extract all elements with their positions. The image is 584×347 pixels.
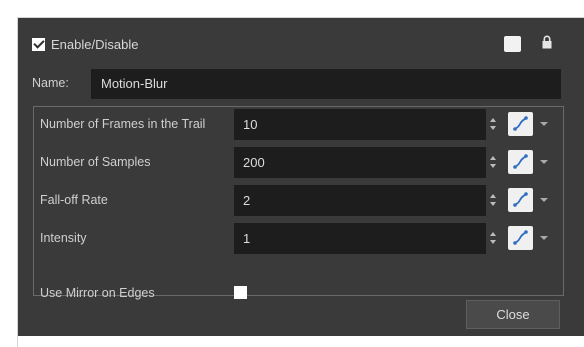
intensity-field[interactable]: 1 [234, 223, 486, 254]
chevron-down-icon[interactable] [540, 236, 548, 240]
parameters-group: Number of Frames in the Trail 10 Number … [33, 106, 564, 300]
param-label-falloff-rate: Fall-off Rate [40, 193, 108, 207]
mirror-edges-checkbox[interactable] [234, 286, 247, 299]
layer-properties-dialog: Enable/Disable Name: Motion-Blur Number … [18, 18, 584, 336]
function-button[interactable] [508, 112, 533, 136]
param-label-samples: Number of Samples [40, 155, 151, 169]
spinner-icon[interactable] [490, 118, 496, 130]
param-label-mirror-edges: Use Mirror on Edges [40, 286, 155, 300]
param-label-frames-in-trail: Number of Frames in the Trail [40, 117, 206, 131]
function-curve-icon [513, 192, 528, 207]
spinner-icon[interactable] [490, 194, 496, 206]
checkbox-checked-icon[interactable] [32, 37, 45, 51]
name-label: Name: [32, 76, 69, 90]
enable-disable-label: Enable/Disable [51, 36, 139, 52]
function-button[interactable] [508, 150, 533, 174]
frames-in-trail-field[interactable]: 10 [234, 109, 486, 140]
spinner-icon[interactable] [490, 232, 496, 244]
function-curve-icon [513, 154, 528, 169]
chevron-down-icon[interactable] [540, 198, 548, 202]
enable-disable-toggle[interactable]: Enable/Disable [32, 35, 138, 53]
function-button[interactable] [508, 188, 533, 212]
samples-field[interactable]: 200 [234, 147, 486, 178]
name-field[interactable]: Motion-Blur [91, 69, 561, 99]
function-curve-icon [513, 116, 528, 131]
color-swatch-icon[interactable] [504, 36, 521, 52]
close-button[interactable]: Close [466, 300, 560, 329]
param-label-intensity: Intensity [40, 231, 87, 245]
falloff-rate-field[interactable]: 2 [234, 185, 486, 216]
chevron-down-icon[interactable] [540, 122, 548, 126]
function-curve-icon [513, 230, 528, 245]
lock-icon[interactable] [542, 35, 552, 49]
spinner-icon[interactable] [490, 156, 496, 168]
chevron-down-icon[interactable] [540, 160, 548, 164]
function-button[interactable] [508, 226, 533, 250]
